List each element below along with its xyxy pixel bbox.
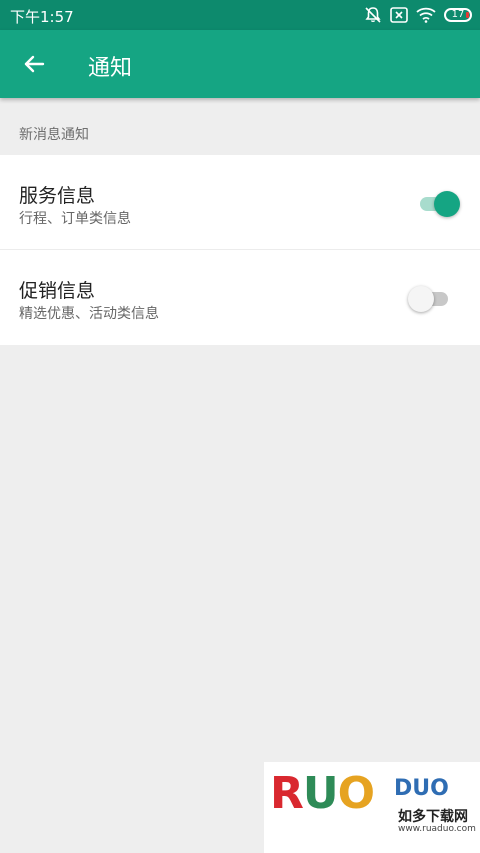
status-bar: 下午1:57 17	[0, 0, 480, 30]
toggle-thumb	[434, 191, 460, 217]
setting-title: 促销信息	[19, 280, 96, 302]
sim-x-icon	[390, 7, 408, 23]
setting-row-service: 服务信息 行程、订单类信息	[0, 155, 480, 250]
battery-low-indicator	[466, 12, 469, 18]
watermark-brand: 如多下载网	[398, 809, 468, 825]
watermark-logo: RUO DUO 如多下载网 www.ruaduo.com	[264, 762, 480, 853]
promo-toggle[interactable]	[408, 284, 452, 312]
setting-row-promo: 促销信息 精选优惠、活动类信息	[0, 250, 480, 345]
watermark-logo-art: RUO	[270, 768, 375, 819]
battery-level: 17	[451, 9, 465, 20]
section-header: 新消息通知	[19, 127, 89, 143]
watermark-logo-art-2: DUO	[394, 776, 449, 801]
app-bar: 通知	[0, 30, 480, 98]
battery-icon: 17	[444, 8, 472, 22]
page-title: 通知	[88, 56, 133, 81]
setting-subtitle: 行程、订单类信息	[19, 211, 131, 227]
watermark-url: www.ruaduo.com	[398, 824, 476, 834]
status-time: 下午1:57	[10, 8, 74, 26]
setting-title: 服务信息	[19, 185, 96, 207]
setting-subtitle: 精选优惠、活动类信息	[19, 306, 159, 322]
status-icons: 17	[364, 6, 472, 24]
service-toggle[interactable]	[416, 189, 460, 217]
back-button[interactable]	[18, 48, 50, 80]
silent-icon	[365, 7, 381, 23]
arrow-left-icon	[24, 55, 45, 73]
wifi-icon	[416, 7, 436, 23]
toggle-thumb	[408, 286, 434, 312]
